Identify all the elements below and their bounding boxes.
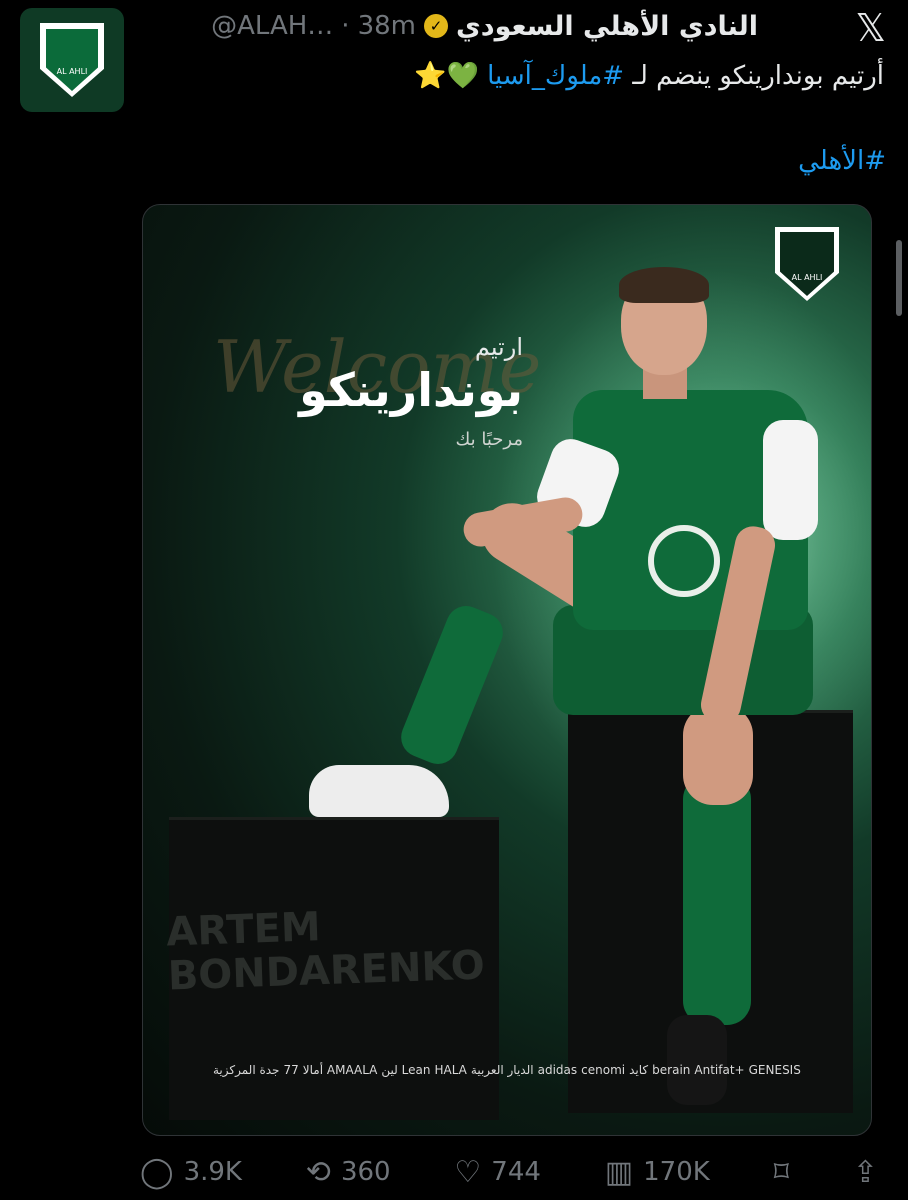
account-display-name[interactable]: النادي الأهلي السعودي [456, 11, 758, 42]
sponsor-logo: 77 [283, 1063, 299, 1077]
club-logo-icon: AL AHLI [40, 23, 104, 97]
player-right-sock [683, 775, 751, 1025]
share-button[interactable]: ⇪ [853, 1155, 878, 1190]
amaala-emblem-icon [648, 525, 720, 597]
account-avatar[interactable]: AL AHLI [20, 8, 124, 112]
verified-badge-icon: ✓ [423, 14, 448, 38]
reply-count: 3.9K [183, 1157, 242, 1187]
reply-button[interactable]: ◯ 3.9K [140, 1155, 242, 1190]
hashtag-link[interactable]: #ملوك_آسيا [487, 61, 624, 91]
player-left-boot [309, 765, 449, 817]
tweet-text: أرتيم بوندارينكو ينضم لـ #ملوك_آسيا 💚⭐ [414, 56, 884, 96]
scrollbar[interactable] [896, 240, 902, 316]
sponsor-logo: adidas [537, 1063, 578, 1077]
player-right-sleeve [763, 420, 818, 540]
sponsor-logo: أمالا AMAALA [302, 1063, 378, 1077]
views-button[interactable]: ▥ 170K [605, 1155, 710, 1190]
sponsor-logo: cenomi [581, 1063, 626, 1077]
x-logo-icon[interactable]: 𝕏 [855, 6, 886, 50]
like-icon: ♡ [454, 1154, 482, 1190]
share-icon: ⇪ [852, 1154, 878, 1190]
view-count: 170K [643, 1157, 710, 1187]
sponsor-logo: جدة المركزية [213, 1063, 280, 1077]
player-hair [619, 267, 709, 303]
retweet-icon: ⟲ [305, 1154, 331, 1190]
player-first-name: ارتيم [474, 333, 523, 361]
player-right-boot [667, 1015, 727, 1105]
bookmark-button[interactable]: ⌑ [774, 1155, 789, 1190]
cube-player-name: ARTEM BONDARENKO [166, 899, 486, 999]
avatar-logo-text: AL AHLI [56, 67, 88, 76]
sponsor-logo: berain [652, 1063, 691, 1077]
sponsor-logo: Antifat+ [694, 1063, 745, 1077]
reply-icon: ◯ [140, 1154, 174, 1190]
like-button[interactable]: ♡ 744 [454, 1155, 541, 1190]
emoji-text: 💚⭐ [414, 61, 479, 91]
views-icon: ▥ [604, 1154, 634, 1190]
tweet-header: @ALAH… · 38m ✓ النادي الأهلي السعودي [211, 6, 758, 46]
sponsor-logo: كايد [629, 1063, 649, 1077]
player-title-block: Welcome ارتيم بوندارينكو مرحبًا بك [203, 325, 541, 450]
sponsor-logo: الديار العربية [470, 1063, 534, 1077]
separator-dot: · [341, 11, 350, 41]
sponsor-logo: GENESIS [748, 1063, 801, 1077]
sponsor-logo: HALA [434, 1063, 467, 1077]
welcome-text: مرحبًا بك [455, 429, 523, 450]
like-count: 744 [491, 1157, 541, 1187]
media-logo-text: AL AHLI [791, 273, 823, 282]
sponsor-strip: جدة المركزية 77 أمالا AMAALA لين Lean HALA ال… [213, 1063, 801, 1077]
hashtag-link-ahli[interactable]: #الأهلي [798, 146, 886, 176]
retweet-count: 360 [340, 1157, 391, 1187]
tweet-time[interactable]: 38m [358, 11, 416, 41]
sponsor-logo: لين Lean [381, 1063, 431, 1077]
bookmark-icon: ⌑ [773, 1154, 790, 1190]
tweet-text-body: أرتيم بوندارينكو ينضم لـ [632, 61, 884, 91]
tweet-actions: ◯ 3.9K ⟲ 360 ♡ 744 ▥ 170K ⌑ ⇪ [140, 1150, 878, 1194]
retweet-button[interactable]: ⟲ 360 [306, 1155, 391, 1190]
tweet-media-image[interactable]: AL AHLI Welcome ارتيم بوندارينكو مرحبًا … [142, 204, 872, 1136]
player-last-name: بوندارينكو [299, 363, 523, 417]
account-handle[interactable]: @ALAH… [211, 11, 333, 41]
